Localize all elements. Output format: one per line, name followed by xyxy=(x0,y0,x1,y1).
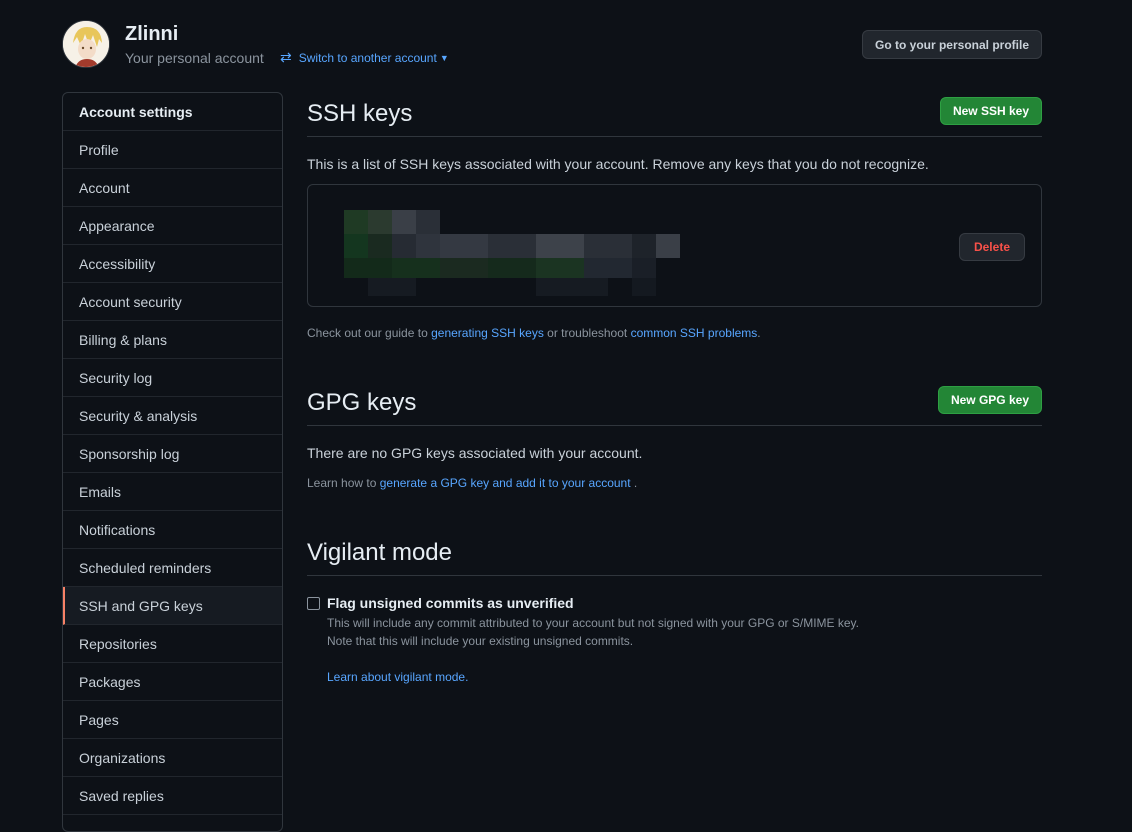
vigilant-mode-title: Vigilant mode xyxy=(307,539,452,566)
sidebar-item-ssh-gpg-keys[interactable]: SSH and GPG keys xyxy=(63,587,282,625)
switch-account-label: Switch to another account xyxy=(298,50,437,65)
sidebar-item-sponsorship-log[interactable]: Sponsorship log xyxy=(63,435,282,473)
sidebar-item-profile[interactable]: Profile xyxy=(63,131,282,169)
sidebar-item-billing[interactable]: Billing & plans xyxy=(63,321,282,359)
ssh-keys-title: SSH keys xyxy=(307,100,413,127)
account-header: Zlinni Your personal account ⇄ Switch to… xyxy=(62,20,1042,70)
ssh-description: This is a list of SSH keys associated wi… xyxy=(307,156,929,172)
sidebar-item-saved-replies[interactable]: Saved replies xyxy=(63,777,282,815)
common-ssh-problems-link[interactable]: common SSH problems xyxy=(631,326,758,340)
generating-ssh-keys-link[interactable]: generating SSH keys xyxy=(431,326,544,340)
new-ssh-key-button[interactable]: New SSH key xyxy=(939,97,1042,125)
redacted-key-details xyxy=(308,185,728,306)
generate-gpg-key-link[interactable]: generate a GPG key and add it to your ac… xyxy=(380,476,631,490)
sidebar-item-accessibility[interactable]: Accessibility xyxy=(63,245,282,283)
vigilant-help-line1: This will include any commit attributed … xyxy=(327,616,860,630)
user-name[interactable]: Zlinni xyxy=(125,23,178,46)
ssh-guide-suffix: . xyxy=(757,326,761,340)
sidebar-item-pages[interactable]: Pages xyxy=(63,701,282,739)
gpg-section-header: GPG keys New GPG key xyxy=(307,381,1042,426)
flag-unsigned-commits-label[interactable]: Flag unsigned commits as unverified xyxy=(327,595,574,611)
settings-sidebar: Account settings Profile Account Appeara… xyxy=(62,92,283,832)
sidebar-item-security-analysis[interactable]: Security & analysis xyxy=(63,397,282,435)
caret-down-icon: ▼ xyxy=(439,52,449,63)
sidebar-item-repositories[interactable]: Repositories xyxy=(63,625,282,663)
sidebar-item-scheduled-reminders[interactable]: Scheduled reminders xyxy=(63,549,282,587)
avatar-image-icon xyxy=(63,21,109,67)
ssh-section-header: SSH keys New SSH key xyxy=(307,92,1042,137)
gpg-learn-suffix: . xyxy=(633,476,638,490)
delete-ssh-key-button[interactable]: Delete xyxy=(958,233,1025,261)
flag-unsigned-commits-checkbox[interactable] xyxy=(307,597,320,610)
ssh-guide-prefix: Check out our guide to xyxy=(307,326,428,340)
gpg-learn-text: Learn how to generate a GPG key and add … xyxy=(307,476,637,490)
learn-vigilant-mode-link[interactable]: Learn about vigilant mode. xyxy=(327,670,468,684)
vigilant-section-header: Vigilant mode xyxy=(307,531,1042,576)
sidebar-item-appearance[interactable]: Appearance xyxy=(63,207,282,245)
account-type-label: Your personal account xyxy=(125,50,264,66)
sidebar-item-emails[interactable]: Emails xyxy=(63,473,282,511)
sidebar-title: Account settings xyxy=(63,93,282,131)
main-content: SSH keys New SSH key This is a list of S… xyxy=(307,92,1042,684)
sidebar-item-packages[interactable]: Packages xyxy=(63,663,282,701)
sidebar-item-account-security[interactable]: Account security xyxy=(63,283,282,321)
sidebar-item-account[interactable]: Account xyxy=(63,169,282,207)
sidebar-item-notifications[interactable]: Notifications xyxy=(63,511,282,549)
switch-arrows-icon: ⇄ xyxy=(280,49,292,65)
vigilant-help-line2: Note that this will include your existin… xyxy=(327,634,634,648)
gpg-keys-title: GPG keys xyxy=(307,389,417,416)
sidebar-item-organizations[interactable]: Organizations xyxy=(63,739,282,777)
sidebar-item-security-log[interactable]: Security log xyxy=(63,359,282,397)
new-gpg-key-button[interactable]: New GPG key xyxy=(937,386,1042,414)
go-to-profile-button[interactable]: Go to your personal profile xyxy=(861,30,1042,59)
ssh-key-list: Delete xyxy=(307,184,1042,307)
switch-account-link[interactable]: ⇄ Switch to another account ▼ xyxy=(280,49,449,66)
gpg-learn-prefix: Learn how to xyxy=(307,476,377,490)
ssh-guide-text: Check out our guide to generating SSH ke… xyxy=(307,326,761,340)
avatar[interactable] xyxy=(62,20,110,68)
gpg-empty-text: There are no GPG keys associated with yo… xyxy=(307,445,643,461)
ssh-guide-middle: or troubleshoot xyxy=(547,326,628,340)
